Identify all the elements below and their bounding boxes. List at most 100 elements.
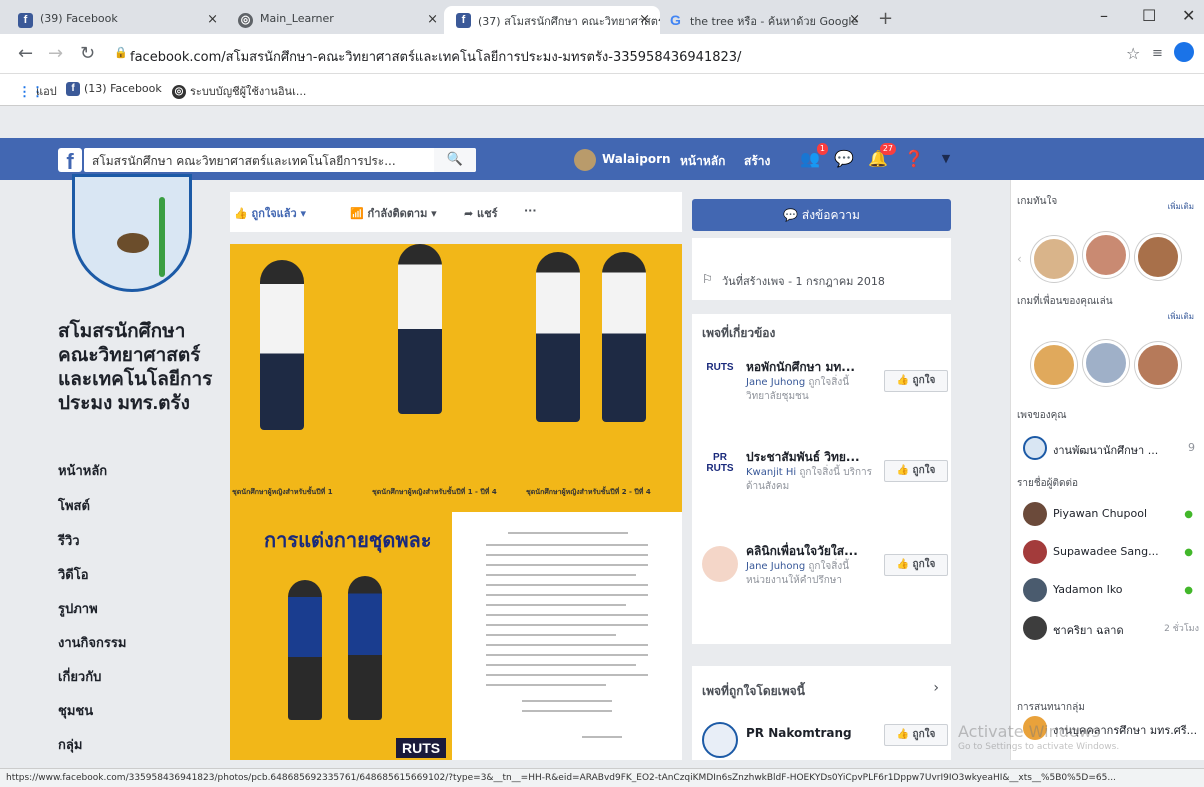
notifications-badge: 27 [879,143,896,155]
user-avatar[interactable] [574,149,596,171]
reading-list-icon[interactable]: ≡ [1152,46,1163,61]
document-photo[interactable] [452,512,682,760]
page-nav-photos[interactable]: รูปภาพ [58,598,208,619]
minimize-icon[interactable]: – [1100,6,1108,25]
game-avatar[interactable] [1031,342,1077,388]
friend-requests-icon[interactable]: 👥 1 [800,143,828,169]
liked-page-name[interactable]: PR Nakomtrang [746,726,852,740]
student-figure [348,576,382,720]
related-page-item[interactable]: RUTS หอพักนักศึกษา มท... Jane Juhong ถูก… [702,358,952,422]
page-avatar [1023,436,1047,460]
close-icon[interactable]: × [427,12,438,27]
bookmark-facebook[interactable]: f (13) Facebook [66,82,162,96]
like-page-button[interactable]: 👍 ถูกใจ [884,370,948,392]
url-text: facebook.com/สโมสรนักศึกษา-คณะวิทยาศาสตร… [130,50,742,65]
text-line [486,634,616,636]
page-nav-home[interactable]: หน้าหลัก [58,460,208,481]
game-avatar[interactable] [1031,236,1077,282]
like-page-button[interactable]: 👍 ถูกใจ [884,724,948,746]
contact-item[interactable]: Yadamon Iko ● [1023,578,1199,604]
nav-create-link[interactable]: สร้าง [744,152,770,171]
close-icon[interactable]: × [207,12,218,27]
liked-button[interactable]: 👍 ถูกใจแล้ว ▾ [234,204,306,222]
profile-avatar-icon[interactable] [1174,42,1194,62]
browser-tab-main-learner[interactable]: ◎ Main_Learner × [226,6,448,34]
friend-name[interactable]: Jane Juhong [746,561,805,572]
page-nav-events[interactable]: งานกิจกรรม [58,632,208,653]
forward-icon[interactable]: → [48,43,63,64]
game-avatar[interactable] [1083,340,1129,386]
browser-tab-facebook[interactable]: f (39) Facebook × [6,6,228,34]
chevron-left-icon[interactable]: ‹ [1017,252,1022,266]
bookmark-apps[interactable]: ⋮⋮แอป [18,82,57,100]
notifications-icon[interactable]: 🔔 27 [868,143,896,169]
reload-icon[interactable]: ↻ [80,43,95,64]
bookmark-account-system[interactable]: ◎ ระบบบัญชีผู้ใช้งานอินเ... [172,82,306,100]
following-button[interactable]: 📶 กำลังติดตาม ▾ [350,204,437,222]
facebook-logo-icon[interactable]: f [58,148,82,174]
your-page-item[interactable]: งานพัฒนานักศึกษา ... 9 [1023,436,1199,462]
page-profile-logo[interactable] [72,174,192,292]
friends-games-more-link[interactable]: เพิ่มเติม [1168,310,1194,323]
close-icon[interactable]: × [639,12,650,27]
online-status-icon: ● [1184,547,1193,558]
close-icon[interactable]: × [849,12,860,27]
related-page-meta: Jane Juhong ถูกใจสิ่งนี้ วิทยาลัยชุมชน [746,376,876,404]
share-button[interactable]: ➦ แชร์ [464,204,498,222]
sport-uniform-photo[interactable]: การแต่งกายชุดพละ RUTS [230,512,452,760]
game-avatar[interactable] [1083,232,1129,278]
page-nav-groups[interactable]: กลุ่ม [58,734,208,755]
contact-item[interactable]: Supawadee Sang... ● [1023,540,1199,566]
browser-tab-active[interactable]: f (37) สโมสรนักศึกษา คณะวิทยาศาสตร์ × [444,6,660,34]
related-page-name[interactable]: คลินิกเพื่อนใจวัยใส... [746,542,858,561]
facebook-search-input[interactable]: สโมสรนักศึกษา คณะวิทยาศาสตร์และเทคโนโลยี… [84,148,476,172]
chevron-down-icon[interactable]: ▼ [936,152,956,172]
page-nav-videos[interactable]: วิดีโอ [58,564,208,585]
contact-item[interactable]: ชาคริยา ฉลาด 2 ชั่วโมง [1023,616,1199,642]
uniform-photo[interactable]: ชุดนักศึกษาผู้หญิงสำหรับชั้นปีที่ 1 ชุดน… [230,244,682,512]
friend-name[interactable]: Kwanjit Hi [746,467,796,478]
window-close-icon[interactable]: ✕ [1182,6,1195,25]
back-icon[interactable]: ← [18,43,33,64]
game-avatar[interactable] [1135,342,1181,388]
messenger-icon[interactable]: 💬 [834,149,854,169]
game-avatar[interactable] [1135,234,1181,280]
search-value: สโมสรนักศึกษา คณะวิทยาศาสตร์และเทคโนโลยี… [92,154,396,168]
related-page-name[interactable]: ประชาสัมพันธ์ วิทย... [746,448,860,467]
page-nav-reviews[interactable]: รีวิว [58,530,208,551]
friend-name[interactable]: Jane Juhong [746,377,805,388]
sport-uniform-title: การแต่งกายชุดพละ [264,530,432,552]
help-icon[interactable]: ❓ [904,149,924,169]
apps-grid-icon: ⋮⋮ [18,84,44,99]
share-label: แชร์ [477,207,498,220]
related-page-item[interactable]: PR RUTS ประชาสัมพันธ์ วิทย... Kwanjit Hi… [702,448,952,512]
nav-home-link[interactable]: หน้าหลัก [680,152,725,171]
address-bar: ← → ↻ 🔒 facebook.com/สโมสรนักศึกษา-คณะวิ… [0,34,1204,74]
related-page-name[interactable]: หอพักนักศึกษา มท... [746,358,855,377]
contact-item[interactable]: Piyawan Chupool ● [1023,502,1199,528]
text-line [486,624,648,626]
user-name-link[interactable]: Walaiporn [602,152,671,166]
page-nav-posts[interactable]: โพสต์ [58,495,208,516]
star-icon[interactable]: ☆ [1126,44,1140,63]
related-page-item[interactable]: คลินิกเพื่อนใจวัยใส... Jane Juhong ถูกใจ… [702,542,952,606]
bookmarks-bar: ⋮⋮แอป f (13) Facebook ◎ ระบบบัญชีผู้ใช้งาน… [0,74,1204,106]
search-icon[interactable]: 🔍 [434,148,476,172]
send-message-button[interactable]: 💬 ส่งข้อความ [692,199,951,231]
like-page-button[interactable]: 👍 ถูกใจ [884,554,948,576]
maximize-icon[interactable]: ☐ [1142,6,1156,25]
bookmark-label: แอป [36,85,57,98]
page-nav-community[interactable]: ชุมชน [58,700,208,721]
new-tab-button[interactable]: + [878,8,893,29]
url-field[interactable]: 🔒 facebook.com/สโมสรนักศึกษา-คณะวิทยาศาส… [112,40,1122,68]
page-left-column: สโมสรนักศึกษา คณะวิทยาศาสตร์และเทคโนโลยี… [0,174,230,760]
friends-games-heading: เกมที่เพื่อนของคุณเล่น [1017,296,1113,307]
chevron-right-icon[interactable]: › [933,680,939,696]
browser-tab-google[interactable]: G the tree หรือ - ค้นหาด้วย Google × [656,6,870,34]
like-page-button[interactable]: 👍 ถูกใจ [884,460,948,482]
more-options-button[interactable]: ··· [524,204,537,217]
liked-suffix: ถูกใจสิ่งนี้ [808,561,850,572]
online-status-icon: ● [1184,509,1193,520]
page-nav-about[interactable]: เกี่ยวกับ [58,666,208,687]
games-more-link[interactable]: เพิ่มเติม [1168,200,1194,213]
